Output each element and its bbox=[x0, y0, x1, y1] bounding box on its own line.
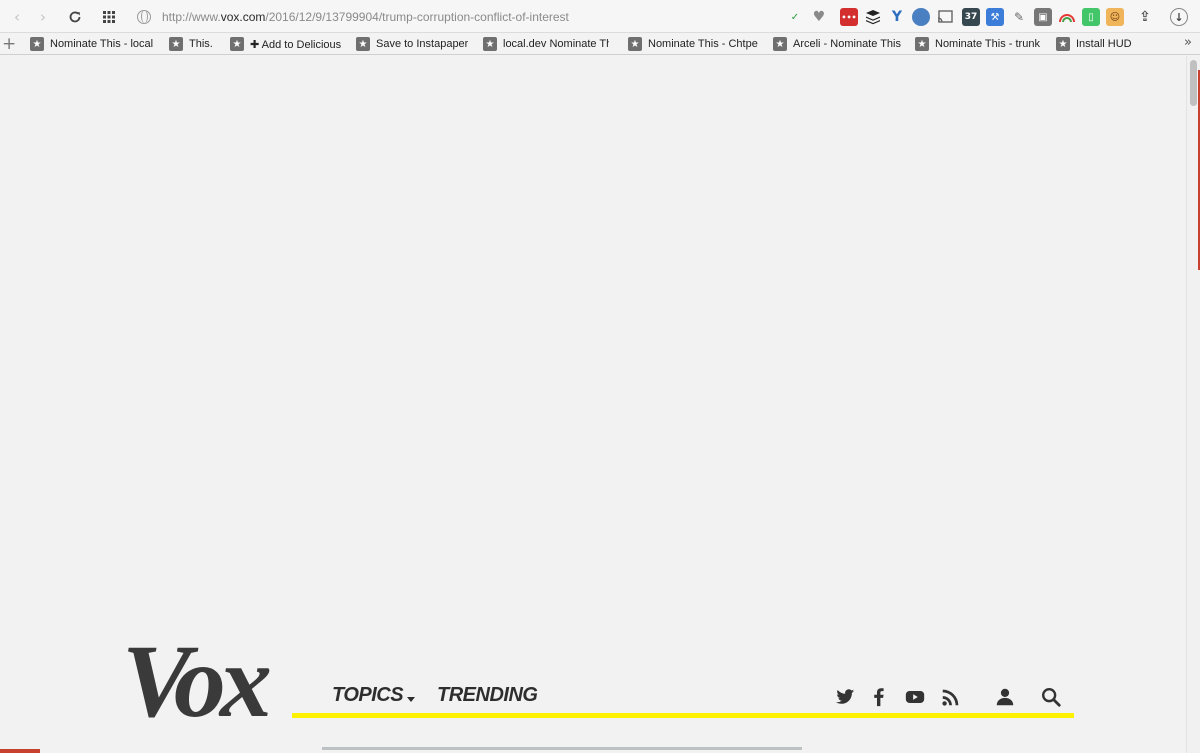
apps-button[interactable] bbox=[98, 6, 120, 28]
star-icon: ★ bbox=[1056, 37, 1070, 51]
user-icon[interactable] bbox=[994, 686, 1016, 708]
scrollbar-thumb[interactable] bbox=[1190, 60, 1197, 106]
youtube-icon[interactable] bbox=[904, 686, 926, 708]
star-icon: ★ bbox=[915, 37, 929, 51]
bookmark-item[interactable]: ★ This. bbox=[169, 36, 213, 52]
twitter-icon[interactable] bbox=[834, 686, 856, 708]
bookmark-item[interactable]: ★ Install HUD bbox=[1056, 36, 1132, 52]
bookmark-label: This. bbox=[189, 38, 213, 50]
bookmark-item[interactable]: ★ Save to Instapaper bbox=[356, 36, 468, 52]
yslow-icon[interactable]: Y bbox=[888, 8, 906, 26]
face-icon[interactable]: ☺ bbox=[1106, 8, 1124, 26]
bookmark-item[interactable]: ★ ✚ Add to Delicious bbox=[230, 36, 341, 52]
calendar-badge: 37 bbox=[964, 12, 978, 22]
grid-icon bbox=[103, 11, 115, 23]
bookmark-label: Install HUD bbox=[1076, 38, 1132, 50]
vox-logo-text: Vox bbox=[122, 630, 270, 725]
tools-icon[interactable]: ⚒ bbox=[986, 8, 1004, 26]
vox-logo[interactable]: Vox bbox=[122, 630, 294, 725]
bookmark-item[interactable]: ★ Arceli - Nominate This bbox=[773, 36, 901, 52]
url-text: http://www.vox.com/2016/12/9/13799904/tr… bbox=[162, 10, 569, 24]
chevron-down-icon bbox=[407, 697, 415, 702]
nav-trending-label: TRENDING bbox=[437, 684, 538, 706]
notes-icon[interactable]: ✎ bbox=[1010, 8, 1028, 26]
nav-topics-label: TOPICS bbox=[332, 684, 404, 706]
star-icon: ★ bbox=[628, 37, 642, 51]
nav-topics[interactable]: TOPICS bbox=[332, 684, 404, 707]
add-bookmark-icon[interactable]: + bbox=[2, 34, 16, 54]
url-prefix: http://www. bbox=[162, 10, 221, 24]
bookmark-label: Nominate This - local bbox=[50, 38, 154, 50]
bookmark-item[interactable]: ★ local.dev Nominate This bbox=[483, 36, 609, 52]
bookmark-label: Save to Instapaper bbox=[376, 38, 469, 50]
bookmark-item[interactable]: ★ Nominate This - local bbox=[30, 36, 153, 52]
screenshot-icon[interactable]: ▣ bbox=[1034, 8, 1052, 26]
reload-button[interactable] bbox=[64, 6, 86, 28]
chevron-left-icon: ‹ bbox=[14, 8, 20, 26]
site-info-icon[interactable] bbox=[137, 10, 151, 24]
url-path: /2016/12/9/13799904/trump-corruption-con… bbox=[265, 10, 569, 24]
nav-underline bbox=[292, 713, 1074, 718]
star-icon: ★ bbox=[483, 37, 497, 51]
facebook-icon[interactable] bbox=[868, 686, 890, 708]
star-icon: ★ bbox=[773, 37, 787, 51]
evernote-icon[interactable]: ▯ bbox=[1082, 8, 1100, 26]
star-icon: ★ bbox=[356, 37, 370, 51]
address-bar[interactable]: http://www.vox.com/2016/12/9/13799904/tr… bbox=[132, 5, 782, 29]
chevron-right-icon: › bbox=[40, 8, 46, 26]
bookmark-label: Arceli - Nominate This bbox=[793, 38, 901, 50]
share-icon[interactable]: ⇪ bbox=[1136, 8, 1154, 26]
nav-trending[interactable]: TRENDING bbox=[437, 684, 538, 707]
url-domain: vox.com bbox=[220, 10, 266, 24]
back-button[interactable]: ‹ bbox=[6, 6, 28, 28]
download-icon[interactable]: ↓ bbox=[1170, 8, 1188, 26]
browser-toolbar: ‹ › http://www.vox.com/2016/12/9/1379990… bbox=[0, 0, 1200, 33]
globe-icon[interactable] bbox=[912, 8, 930, 26]
bottom-accent bbox=[0, 749, 40, 753]
calendar-icon[interactable]: 37 bbox=[962, 8, 980, 26]
bookmark-label: local.dev Nominate This bbox=[503, 38, 609, 50]
star-icon: ★ bbox=[30, 37, 44, 51]
buffer-icon[interactable] bbox=[864, 8, 882, 26]
bookmark-item[interactable]: ★ Nominate This - trunk bbox=[915, 36, 1040, 52]
content-peek bbox=[322, 744, 802, 753]
search-icon[interactable] bbox=[1040, 686, 1062, 708]
bookmarks-bar: + ★ Nominate This - local ★ This. ★ ✚ Add t… bbox=[0, 33, 1200, 55]
bookmarks-overflow-button[interactable]: » bbox=[1184, 35, 1192, 50]
heart-icon[interactable]: ♥ bbox=[810, 8, 828, 26]
bookmark-label: ✚ Add to Delicious bbox=[250, 38, 342, 51]
vox-pin-icon[interactable]: ✓ bbox=[786, 8, 804, 26]
reload-icon bbox=[69, 11, 81, 23]
bookmark-item[interactable]: ★ Nominate This - Chtpe bbox=[628, 36, 758, 52]
rainbow-icon[interactable] bbox=[1058, 8, 1076, 26]
rss-icon[interactable] bbox=[940, 686, 962, 708]
star-icon: ★ bbox=[230, 37, 244, 51]
star-icon: ★ bbox=[169, 37, 183, 51]
bookmark-label: Nominate This - Chtpe bbox=[648, 38, 758, 50]
lastpass-icon[interactable]: ••• bbox=[840, 8, 858, 26]
cast-icon[interactable] bbox=[936, 8, 954, 26]
bookmark-label: Nominate This - trunk bbox=[935, 38, 1040, 50]
forward-button[interactable]: › bbox=[32, 6, 54, 28]
